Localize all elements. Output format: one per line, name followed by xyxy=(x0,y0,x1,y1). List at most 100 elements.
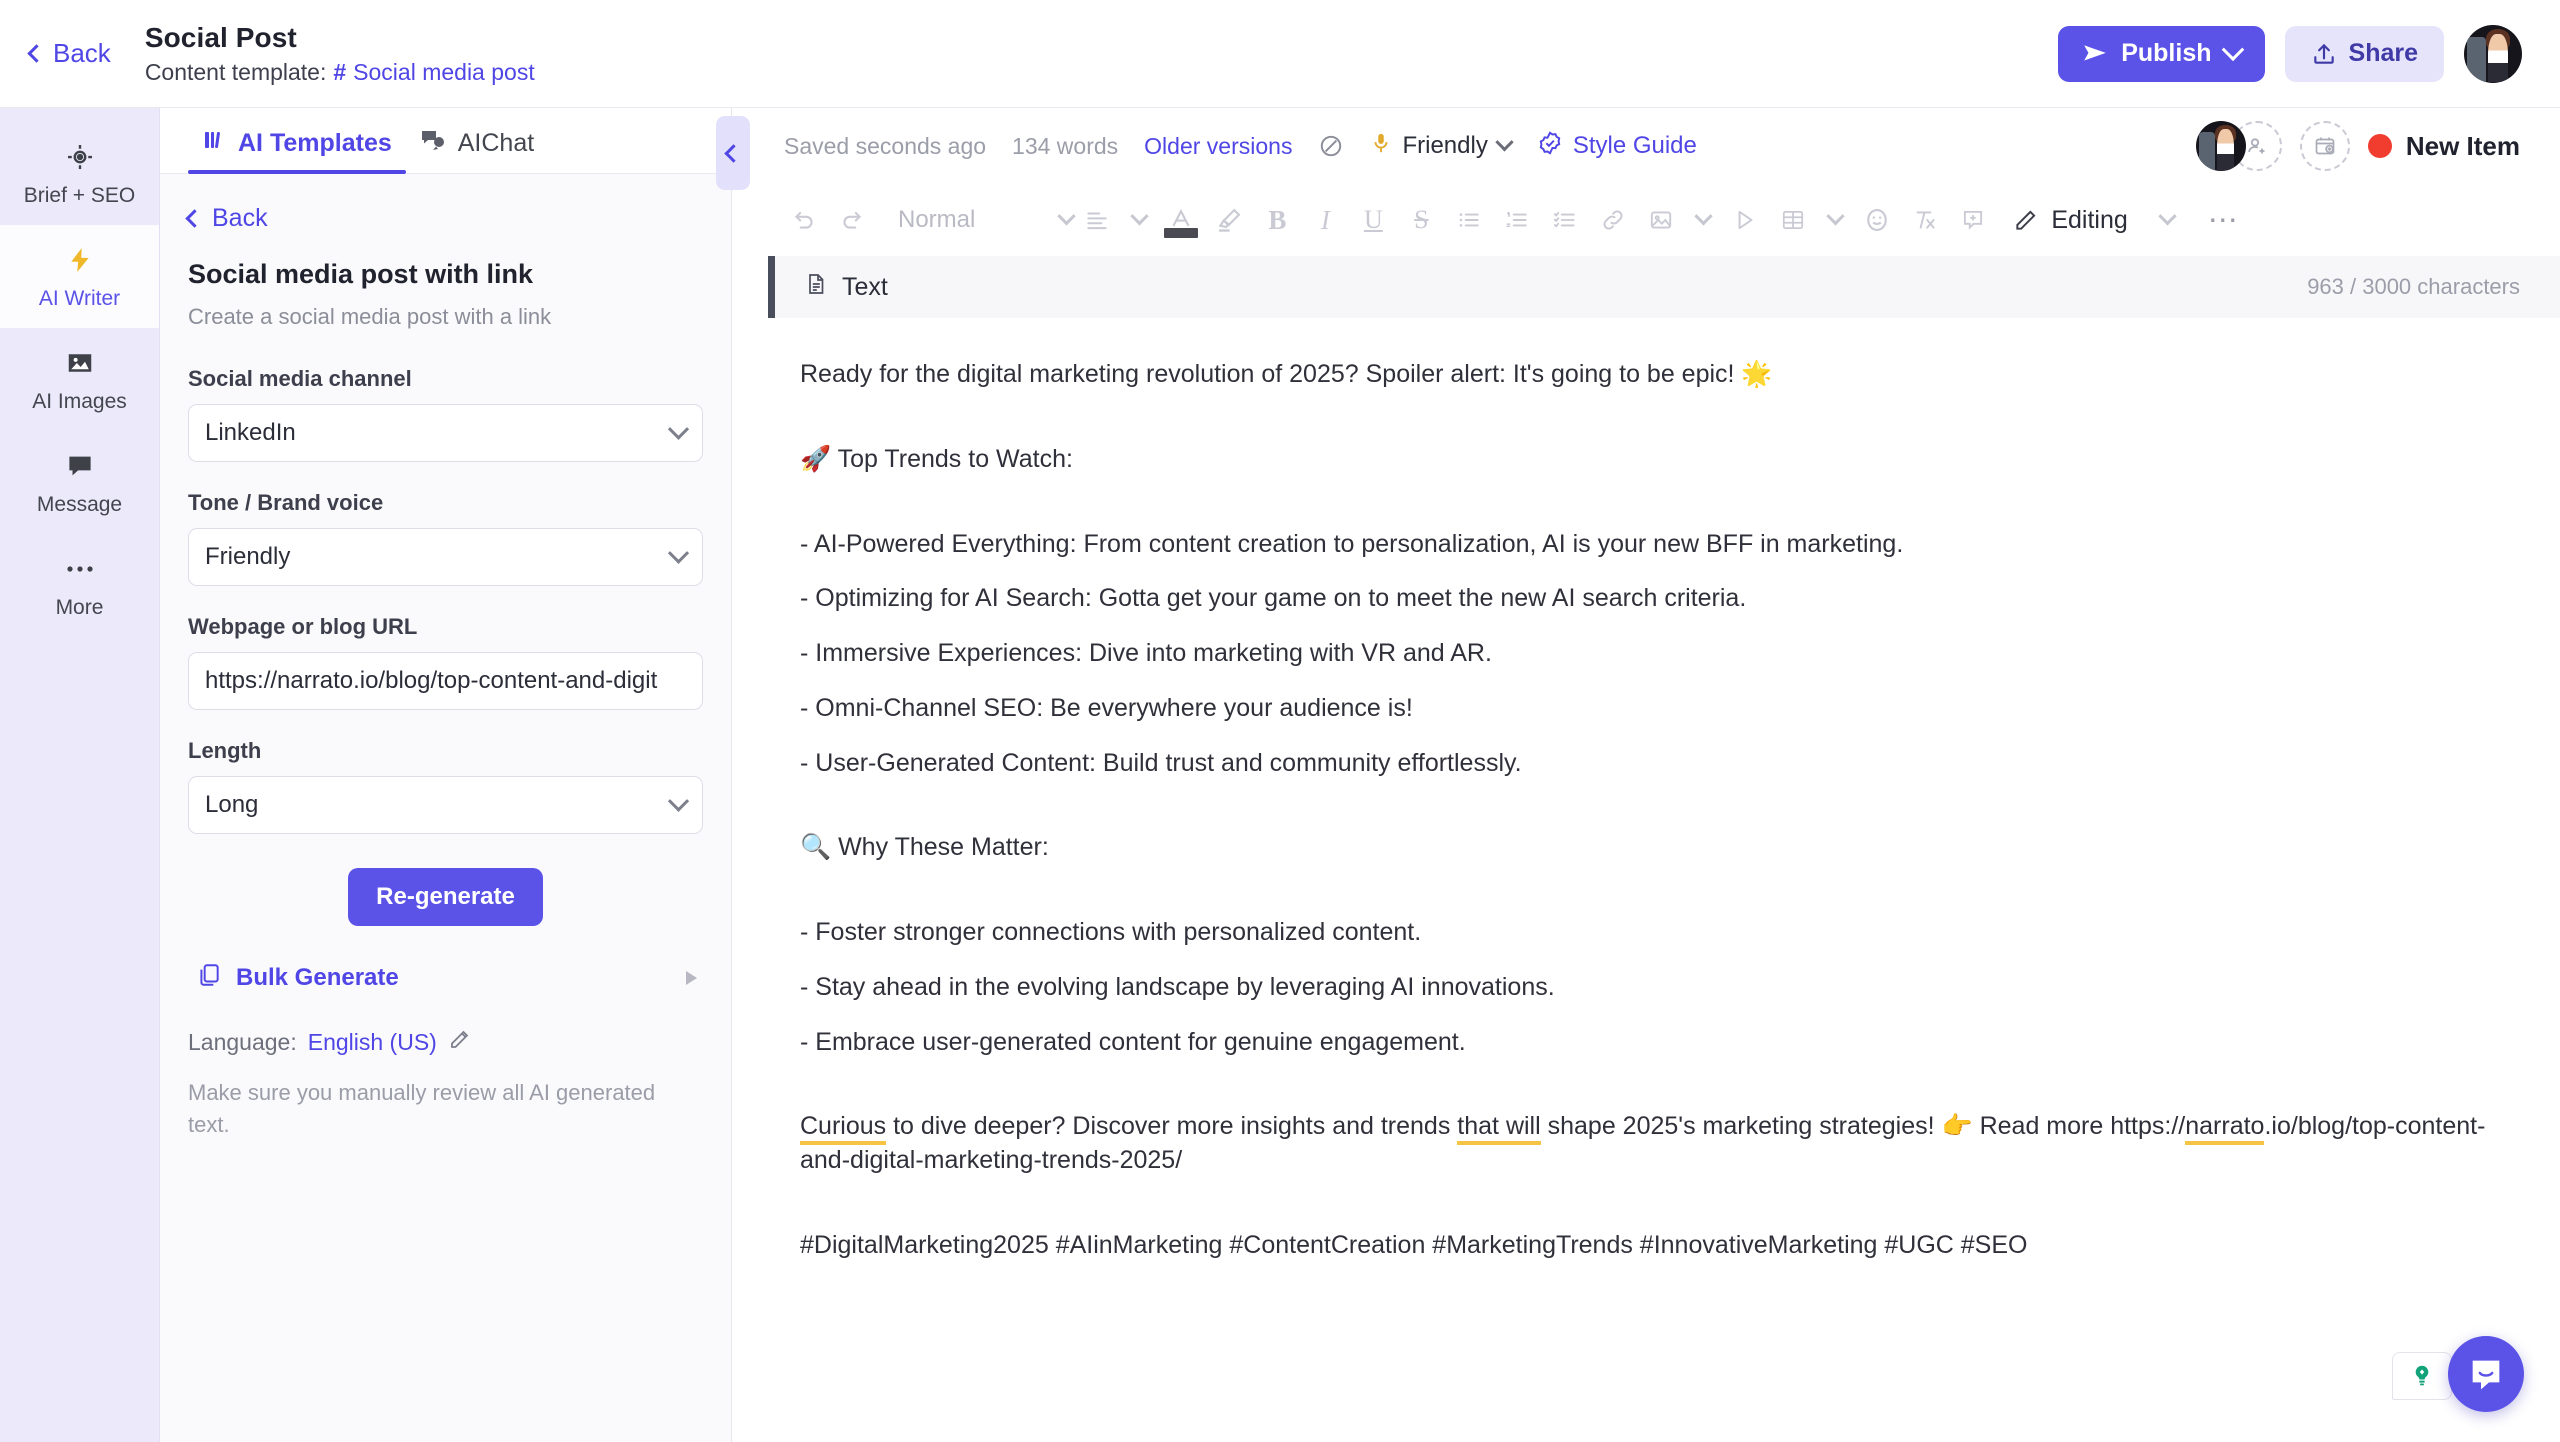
language-value[interactable]: English (US) xyxy=(308,1029,437,1056)
tone-brand-voice-select[interactable]: Friendly xyxy=(188,528,703,586)
upload-icon xyxy=(2313,43,2334,64)
grammar-suggestion[interactable]: that will xyxy=(1457,1112,1541,1146)
checklist-button[interactable] xyxy=(1541,196,1589,244)
document-editor[interactable]: Ready for the digital marketing revoluti… xyxy=(732,318,2560,1442)
tab-aichat[interactable]: AIChat xyxy=(406,128,548,173)
page-title: Social Post xyxy=(144,21,297,53)
insert-image-dropdown[interactable] xyxy=(1685,196,1721,244)
editing-mode-button[interactable]: Editing xyxy=(1997,206,2137,235)
chat-launcher-button[interactable] xyxy=(2448,1336,2524,1412)
sidebar-item-label: More xyxy=(55,596,104,620)
bold-button[interactable]: B xyxy=(1253,196,1301,244)
underline-button[interactable]: U xyxy=(1349,196,1397,244)
strikethrough-button[interactable]: S xyxy=(1397,196,1445,244)
highlighter-button[interactable] xyxy=(1205,196,1253,244)
align-button[interactable] xyxy=(1073,196,1121,244)
editing-mode-dropdown[interactable] xyxy=(2138,196,2198,244)
regenerate-row: Re-generate xyxy=(188,868,703,926)
sidebar-item-brief-seo[interactable]: Brief + SEO xyxy=(0,122,159,225)
link-button[interactable] xyxy=(1589,196,1637,244)
insert-video-button[interactable] xyxy=(1721,196,1769,244)
word-count: 134 words xyxy=(1012,132,1119,159)
status-badge[interactable]: New Item xyxy=(2367,131,2520,162)
insert-table-dropdown[interactable] xyxy=(1817,196,1853,244)
sidebar-item-more[interactable]: More xyxy=(0,534,159,637)
grammar-suggestion[interactable]: narrato xyxy=(2185,1112,2265,1146)
add-calendar-icon xyxy=(2315,137,2335,155)
publish-label: Publish xyxy=(2121,39,2212,67)
back-button[interactable]: Back xyxy=(27,38,145,69)
template-title: Social media post with link xyxy=(188,259,534,289)
undo-button[interactable] xyxy=(780,196,828,244)
sidebar-item-label: AI Writer xyxy=(38,287,121,311)
toolbar-more-button[interactable]: ⋯ xyxy=(2198,196,2250,244)
panel-back-button[interactable]: Back xyxy=(185,204,703,233)
badge-check-icon xyxy=(1537,130,1563,163)
cta-url-pre: https:// xyxy=(2110,1112,2186,1141)
sidebar-item-ai-writer[interactable]: AI Writer xyxy=(0,225,159,329)
social-media-channel-select[interactable]: LinkedIn xyxy=(188,404,703,462)
font-color-button[interactable] xyxy=(1157,196,1205,244)
avatar[interactable] xyxy=(2464,24,2522,83)
add-comment-button[interactable] xyxy=(1949,196,1997,244)
publish-button[interactable]: Publish xyxy=(2058,25,2265,82)
regenerate-button[interactable]: Re-generate xyxy=(348,868,543,926)
bulk-generate-button[interactable]: Bulk Generate xyxy=(188,948,703,1007)
icon-rail: Brief + SEO AI Writer AI Images Message xyxy=(0,108,160,1442)
style-guide-button[interactable]: Style Guide xyxy=(1537,130,1697,163)
paragraph-style-label[interactable]: Normal xyxy=(876,196,987,244)
numbered-list-button[interactable] xyxy=(1493,196,1541,244)
clear-formatting-button[interactable] xyxy=(1901,196,1949,244)
content-template-label: Content template: xyxy=(144,58,327,85)
webpage-url-input[interactable]: https://narrato.io/blog/top-content-and-… xyxy=(188,652,703,710)
bullet-list-button[interactable] xyxy=(1445,196,1493,244)
align-dropdown[interactable] xyxy=(1121,196,1157,244)
sidebar-item-ai-images[interactable]: AI Images xyxy=(0,328,159,431)
editor-area: Saved seconds ago 134 words Older versio… xyxy=(732,108,2560,1442)
field-social-media-channel: Social media channel LinkedIn xyxy=(188,366,703,462)
redo-button[interactable] xyxy=(828,196,876,244)
italic-button[interactable]: I xyxy=(1301,196,1349,244)
target-icon xyxy=(65,142,95,172)
pencil-edit-icon[interactable] xyxy=(448,1027,472,1057)
tone-selector[interactable]: Friendly xyxy=(1370,130,1514,163)
emoji-button[interactable] xyxy=(1853,196,1901,244)
tab-ai-templates[interactable]: AI Templates xyxy=(188,128,406,174)
eye-off-icon[interactable] xyxy=(1318,133,1344,159)
ai-disclaimer: Make sure you manually review all AI gen… xyxy=(188,1080,656,1137)
sidebar-item-label: Message xyxy=(36,493,123,517)
top-bar-actions: Publish Share xyxy=(2058,24,2522,83)
field-label: Social media channel xyxy=(188,366,412,391)
chat-icon xyxy=(420,128,446,159)
share-button[interactable]: Share xyxy=(2284,25,2444,82)
editor-meta-right: New Item xyxy=(2195,121,2520,171)
hint-button[interactable] xyxy=(2392,1352,2452,1400)
style-guide-label: Style Guide xyxy=(1572,132,1697,159)
paragraph-style-dropdown[interactable] xyxy=(987,196,1077,244)
field-label: Tone / Brand voice xyxy=(188,490,384,515)
panel-tabs: AI Templates AIChat xyxy=(160,108,731,174)
doc-paragraph: 🔍 Why These Matter: xyxy=(800,833,1049,862)
bulk-generate-label: Bulk Generate xyxy=(236,963,399,991)
content-template-row: Content template: # Social media post xyxy=(145,59,535,86)
chevron-down-icon xyxy=(2158,206,2177,225)
lightbulb-icon xyxy=(2415,1365,2429,1386)
language-row: Language: English (US) xyxy=(188,1027,703,1057)
insert-image-button[interactable] xyxy=(1637,196,1685,244)
send-icon xyxy=(2084,44,2107,60)
block-title-group: Text xyxy=(804,271,888,304)
tone-value: Friendly xyxy=(1402,132,1488,159)
insert-table-button[interactable] xyxy=(1769,196,1817,244)
content-template-link[interactable]: # Social media post xyxy=(333,59,534,86)
character-count: 963 / 3000 characters xyxy=(2307,274,2520,299)
play-arrow-icon xyxy=(686,970,697,985)
add-task-button[interactable] xyxy=(2299,121,2350,171)
chevron-down-icon xyxy=(1495,132,1514,151)
grammar-suggestion[interactable]: Curious xyxy=(800,1112,887,1146)
collapse-panel-button[interactable] xyxy=(716,116,750,190)
older-versions-link[interactable]: Older versions xyxy=(1144,133,1292,160)
sidebar-item-message[interactable]: Message xyxy=(0,431,159,534)
length-select[interactable]: Long xyxy=(188,776,703,834)
avatar[interactable] xyxy=(2195,121,2246,171)
pencil-icon xyxy=(2016,210,2036,230)
